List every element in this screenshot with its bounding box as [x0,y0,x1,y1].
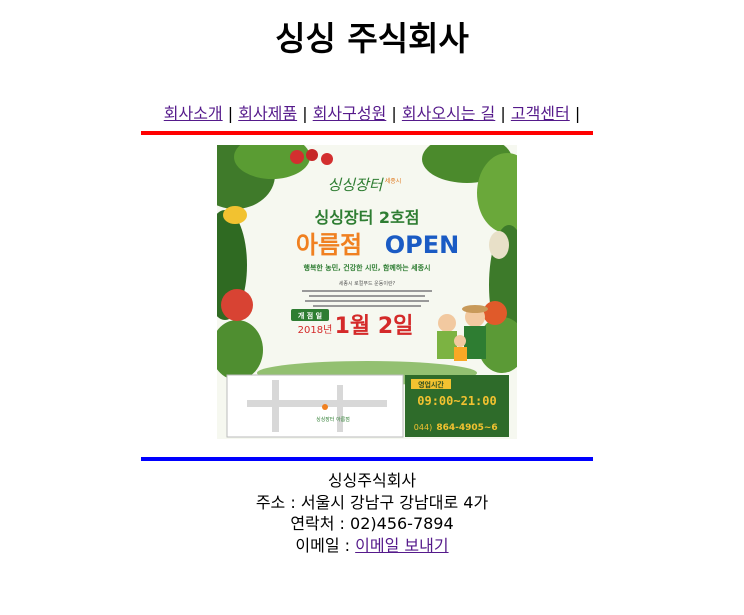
email-link[interactable]: 이메일 보내기 [355,536,448,555]
logo-sub: 세종시 [385,177,402,185]
hours-label: 영업시간 [418,380,444,389]
store-name: 아름점 [296,231,362,259]
logo-text: 싱싱장터 [327,176,384,194]
open-date: 1월 2일 [335,314,414,339]
open-year: 2018년 [298,324,333,336]
nav-link-customer-center[interactable]: 고객센터 [511,104,570,123]
poster-slogan: 행복한 농민, 건강한 시민, 함께하는 세종시 [304,263,431,272]
nav-separator: | [391,104,397,123]
footer-phone: 연락처 : 02)456-7894 [290,514,454,533]
nav-separator: | [227,104,234,123]
notice-heading: 세종시 로컬푸드 운동이란? [339,280,396,287]
poster-artwork: 싱싱장터 세종시 싱싱장터 2호점 아름점 OPEN 행복한 농민, 건강한 시… [217,145,517,439]
footer-address: 주소 : 서울시 강남구 강남대로 4가 [255,492,489,512]
nav-link-products[interactable]: 회사제품 [238,104,297,123]
nav-separator: | [302,104,308,123]
nav-link-directions[interactable]: 회사오시는 길 [402,104,495,123]
map-marker-label: 싱싱장터 아름점 [316,416,350,423]
map-marker-icon [322,404,328,410]
footer-company: 싱싱주식회사 [327,471,417,490]
nav-separator: | [500,104,506,123]
top-divider [141,131,593,135]
store-opening-poster: 싱싱장터 세종시 싱싱장터 2호점 아름점 OPEN 행복한 농민, 건강한 시… [217,145,517,439]
footer-email-label: 이메일 : [295,535,356,555]
footer: 싱싱주식회사 주소 : 서울시 강남구 강남대로 4가 연락처 : 02)456… [0,470,744,556]
phone-prefix: 044) [414,423,432,432]
nav-link-members[interactable]: 회사구성원 [313,104,387,123]
open-word: OPEN [385,231,459,259]
nav-link-company-intro[interactable]: 회사소개 [164,104,223,123]
branch-title: 싱싱장터 2호점 [314,208,419,227]
footer-email-row: 이메일 : 이메일 보내기 [0,535,744,557]
open-date-label: 개 점 일 [298,311,322,320]
bottom-divider [141,457,593,461]
main-nav: 회사소개 | 회사제품 | 회사구성원 | 회사오시는 길 | 고객센터 | [0,104,744,124]
opening-hours: 09:00~21:00 [417,394,496,408]
page-title: 싱싱 주식회사 [275,19,469,58]
nav-separator: | [574,104,581,123]
store-phone: 864-4905~6 [436,423,497,433]
